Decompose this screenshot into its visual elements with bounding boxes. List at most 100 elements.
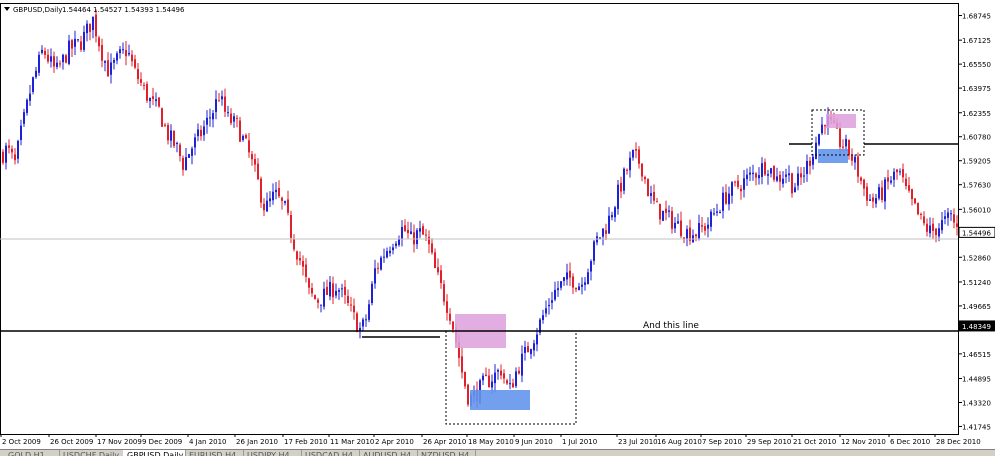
candle-bull bbox=[662, 210, 664, 221]
candle-bear bbox=[311, 287, 313, 294]
candle-bull bbox=[359, 327, 361, 331]
x-tick-label: 11 Mar 2010 bbox=[330, 438, 374, 446]
candle-bear bbox=[839, 128, 841, 147]
candle-bear bbox=[488, 375, 490, 388]
candle-bear bbox=[179, 144, 181, 157]
candle-bear bbox=[137, 69, 139, 80]
candle-bull bbox=[713, 213, 715, 215]
candle-bear bbox=[314, 295, 316, 300]
candle-bear bbox=[302, 261, 304, 267]
candle-bull bbox=[515, 371, 517, 387]
x-tick-label: 4 Jan 2010 bbox=[189, 438, 227, 446]
candle-bear bbox=[896, 169, 898, 173]
candle-bull bbox=[401, 227, 403, 240]
tab-eurusd-h4[interactable]: EURUSD,H4 bbox=[185, 450, 244, 456]
tab-usdcad-h4[interactable]: USDCAD,H4 bbox=[301, 450, 360, 456]
candle-bear bbox=[572, 276, 574, 288]
candle-bull bbox=[554, 289, 556, 300]
tab-audusd-h4[interactable]: AUDUSD,H4 bbox=[359, 450, 418, 456]
candle-bull bbox=[17, 140, 19, 159]
candle-bear bbox=[908, 185, 910, 191]
candle-bull bbox=[509, 383, 511, 385]
candle-bear bbox=[443, 284, 445, 302]
candle-bull bbox=[368, 304, 370, 320]
y-tick-label: 1.57630 bbox=[962, 182, 991, 190]
tab-usdjpy-h4[interactable]: USDJPY,H4 bbox=[243, 450, 302, 456]
candle-bull bbox=[119, 49, 121, 54]
x-tick-label: 18 May 2010 bbox=[468, 438, 514, 446]
candle-bull bbox=[770, 168, 772, 174]
candle-bull bbox=[794, 187, 796, 193]
candle-bull bbox=[578, 286, 580, 291]
tab-gbpusd-daily[interactable]: GBPUSD,Daily bbox=[123, 450, 186, 456]
candle-bull bbox=[557, 288, 559, 291]
blue-zone-high bbox=[818, 149, 848, 163]
candle-bull bbox=[581, 284, 583, 287]
pink-zone-high bbox=[826, 114, 856, 128]
candle-bear bbox=[569, 270, 571, 278]
tab-gold-h1[interactable]: GOLD,H1 bbox=[4, 450, 60, 456]
x-tick-label: 28 Dec 2010 bbox=[936, 438, 981, 446]
candle-bear bbox=[440, 270, 442, 284]
chart-header: GBPUSD,Daily 1.54464 1.54527 1.54393 1.5… bbox=[4, 6, 185, 14]
candle-bull bbox=[365, 319, 367, 321]
candle-bear bbox=[404, 225, 406, 231]
candle-bear bbox=[101, 45, 103, 61]
tab-nzdusd-h4[interactable]: NZDUSD,H4 bbox=[417, 450, 476, 456]
candle-bear bbox=[263, 203, 265, 211]
candle-bull bbox=[875, 198, 877, 204]
candle-bull bbox=[491, 381, 493, 388]
x-tick-label: 23 Jul 2010 bbox=[618, 438, 658, 446]
candle-bear bbox=[680, 220, 682, 237]
y-tick-label: 1.65550 bbox=[962, 61, 991, 69]
candle-bull bbox=[371, 283, 373, 304]
candle-bear bbox=[653, 192, 655, 201]
candle-bull bbox=[383, 256, 385, 258]
candle-bear bbox=[164, 124, 166, 126]
candle-bull bbox=[227, 112, 229, 114]
y-tick-label: 1.41745 bbox=[962, 423, 991, 431]
candle-bear bbox=[500, 370, 502, 376]
candle-bear bbox=[161, 108, 163, 127]
candle-bear bbox=[773, 166, 775, 180]
candle-bull bbox=[728, 193, 730, 205]
candle-bear bbox=[467, 384, 469, 405]
candle-bull bbox=[23, 112, 25, 124]
x-tick-label: 1 Jul 2010 bbox=[562, 438, 597, 446]
candle-bear bbox=[512, 383, 514, 388]
candle-bear bbox=[350, 304, 352, 306]
candle-bear bbox=[620, 182, 622, 192]
candle-bear bbox=[251, 154, 253, 160]
candle-bull bbox=[674, 222, 676, 229]
tab-usdchf-daily[interactable]: USDCHF,Daily bbox=[59, 450, 124, 456]
candle-bull bbox=[758, 175, 760, 179]
candle-bear bbox=[638, 149, 640, 164]
candle-bear bbox=[800, 173, 802, 178]
candle-bear bbox=[755, 173, 757, 178]
candle-bear bbox=[413, 232, 415, 245]
annotation-label: And this line bbox=[643, 321, 699, 331]
candle-bear bbox=[857, 156, 859, 177]
candle-bear bbox=[305, 264, 307, 277]
candle-bear bbox=[47, 54, 49, 62]
candle-bear bbox=[626, 169, 628, 171]
candle-bull bbox=[335, 290, 337, 296]
candle-bull bbox=[668, 210, 670, 212]
candle-bear bbox=[725, 192, 727, 204]
candle-bull bbox=[50, 56, 52, 62]
candle-bull bbox=[113, 60, 115, 63]
candle-bear bbox=[281, 197, 283, 201]
candle-bear bbox=[353, 305, 355, 313]
candle-bear bbox=[737, 180, 739, 187]
candle-bear bbox=[860, 177, 862, 181]
candle-bear bbox=[863, 179, 865, 189]
candle-bull bbox=[854, 156, 856, 163]
candle-bear bbox=[287, 199, 289, 213]
candle-bear bbox=[422, 226, 424, 235]
price-chart[interactable]: And this line GBPUSD,Daily 1.54464 1.545… bbox=[0, 0, 995, 456]
candle-bear bbox=[308, 278, 310, 288]
candle-bear bbox=[431, 243, 433, 253]
candle-bear bbox=[230, 113, 232, 124]
y-tick-label: 1.59205 bbox=[962, 158, 991, 166]
candle-bull bbox=[743, 178, 745, 190]
